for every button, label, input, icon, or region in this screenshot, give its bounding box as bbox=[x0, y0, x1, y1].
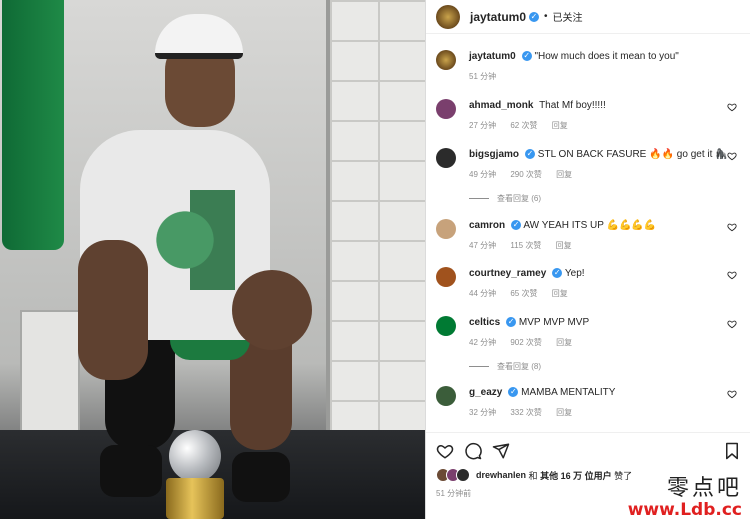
view-replies-button[interactable]: 查看回复 (8) bbox=[469, 361, 541, 372]
commenter-avatar[interactable] bbox=[436, 316, 456, 336]
post-action-bar bbox=[426, 432, 750, 468]
shoe-left bbox=[100, 445, 162, 497]
shoe-right bbox=[232, 452, 290, 502]
commenter-username[interactable]: bigsgjamo bbox=[469, 149, 519, 160]
comment-item: ahmad_monk That Mf boy!!!!! 27 分钟 62 次赞 … bbox=[436, 99, 741, 131]
author-avatar[interactable] bbox=[436, 4, 460, 29]
view-replies-label: 查看回复 (6) bbox=[497, 194, 541, 203]
watermark-url: www.Ldb.cc bbox=[627, 500, 742, 519]
likes-others[interactable]: 其他 16 万 位用户 bbox=[540, 469, 612, 482]
commenter-avatar[interactable] bbox=[436, 386, 456, 406]
comment-text: Yep! bbox=[564, 268, 585, 279]
author-username[interactable]: jaytatum0 bbox=[470, 10, 526, 24]
comment-text: AW YEAH ITS UP 💪💪💪💪 bbox=[523, 220, 657, 231]
verified-badge-icon: ✓ bbox=[529, 11, 540, 22]
likes-and: 和 bbox=[528, 470, 538, 481]
verified-badge-icon: ✓ bbox=[508, 387, 519, 398]
caption-avatar[interactable] bbox=[436, 50, 456, 70]
comment-likes[interactable]: 62 次赞 bbox=[510, 121, 537, 130]
reply-button[interactable]: 回复 bbox=[552, 121, 568, 130]
watermark-chinese: 零点吧 bbox=[666, 476, 742, 501]
share-icon[interactable] bbox=[492, 442, 510, 460]
comment-text: STL ON BACK FASURE 🔥🔥 go get it 🦍 bbox=[537, 149, 728, 160]
comment-likes[interactable]: 332 次赞 bbox=[510, 408, 542, 417]
comment-item: celtics ✓ MVP MVP MVP 42 分钟 902 次赞 回复 bbox=[436, 316, 741, 348]
comment-pane: jaytatum0 ✓ • 已关注 jaytatum0 ✓ "How much d… bbox=[425, 0, 750, 519]
follow-status-button[interactable]: 已关注 bbox=[553, 9, 583, 24]
heart-icon[interactable] bbox=[727, 270, 737, 280]
verified-badge-icon: ✓ bbox=[552, 268, 563, 279]
comment-time: 32 分钟 bbox=[469, 408, 497, 417]
commenter-avatar[interactable] bbox=[436, 267, 456, 287]
reply-button[interactable]: 回复 bbox=[556, 338, 572, 347]
heart-icon[interactable] bbox=[727, 102, 737, 112]
commenter-username[interactable]: celtics bbox=[469, 317, 500, 328]
likes-suffix: 赞了 bbox=[614, 470, 633, 481]
verified-badge-icon: ✓ bbox=[511, 220, 522, 231]
player-arm-left bbox=[78, 240, 148, 380]
heart-icon[interactable] bbox=[727, 389, 737, 399]
comment-time: 49 分钟 bbox=[469, 170, 497, 179]
view-replies-label: 查看回复 (8) bbox=[497, 362, 541, 371]
reply-button[interactable]: 回复 bbox=[556, 170, 572, 179]
posted-time: 51 分钟前 bbox=[436, 489, 472, 498]
comment-item: bigsgjamo ✓ STL ON BACK FASURE 🔥🔥 go get … bbox=[436, 148, 741, 180]
commenter-avatar[interactable] bbox=[436, 219, 456, 239]
commenter-avatar[interactable] bbox=[436, 148, 456, 168]
reply-button[interactable]: 回复 bbox=[556, 408, 572, 417]
verified-badge-icon: ✓ bbox=[506, 317, 517, 328]
liker-avatars bbox=[436, 468, 470, 482]
heart-icon[interactable] bbox=[727, 319, 737, 329]
shirt-graphic bbox=[135, 190, 235, 290]
commenter-username[interactable]: g_eazy bbox=[469, 387, 502, 398]
verified-badge-icon: ✓ bbox=[521, 51, 532, 62]
comment-text: That Mf boy!!!!! bbox=[539, 100, 606, 111]
post-header: jaytatum0 ✓ • 已关注 bbox=[426, 0, 750, 34]
comment-time: 42 分钟 bbox=[469, 338, 497, 347]
commenter-avatar[interactable] bbox=[436, 99, 456, 119]
commenter-username[interactable]: ahmad_monk bbox=[469, 100, 533, 111]
caption-text: "How much does it mean to you" bbox=[534, 51, 679, 62]
comment-text: MAMBA MENTALITY bbox=[521, 387, 616, 398]
comment-item: courtney_ramey ✓ Yep! 44 分钟 65 次赞 回复 bbox=[436, 267, 741, 299]
comment-item: g_eazy ✓ MAMBA MENTALITY 32 分钟 332 次赞 回复 bbox=[436, 386, 741, 418]
reply-button[interactable]: 回复 bbox=[552, 289, 568, 298]
comment-likes[interactable]: 65 次赞 bbox=[510, 289, 537, 298]
comment-likes[interactable]: 115 次赞 bbox=[510, 241, 541, 250]
site-watermark: 零点吧 www.Ldb.cc bbox=[628, 470, 742, 519]
comment-icon[interactable] bbox=[464, 442, 482, 460]
separator-dot: • bbox=[544, 11, 548, 22]
comment-text: MVP MVP MVP bbox=[518, 317, 590, 328]
bookmark-icon[interactable] bbox=[723, 442, 741, 460]
verified-badge-icon: ✓ bbox=[525, 149, 536, 160]
commenter-username[interactable]: courtney_ramey bbox=[469, 268, 546, 279]
heart-icon[interactable] bbox=[436, 442, 454, 460]
caption-username[interactable]: jaytatum0 bbox=[469, 51, 516, 62]
heart-icon[interactable] bbox=[727, 151, 737, 161]
hanging-jersey bbox=[2, 0, 64, 250]
comment-time: 27 分钟 bbox=[469, 121, 497, 130]
reply-button[interactable]: 回复 bbox=[556, 241, 572, 250]
comment-likes[interactable]: 902 次赞 bbox=[510, 338, 542, 347]
trophy bbox=[162, 430, 228, 519]
post-photo[interactable] bbox=[0, 0, 425, 519]
view-replies-button[interactable]: 查看回复 (6) bbox=[469, 193, 541, 204]
comment-time: 44 分钟 bbox=[469, 289, 497, 298]
comment-item: camron ✓ AW YEAH ITS UP 💪💪💪💪 47 分钟 115 次赞… bbox=[436, 219, 741, 251]
liker-username[interactable]: drewhanlen bbox=[476, 470, 526, 480]
caption: jaytatum0 ✓ "How much does it mean to you… bbox=[436, 50, 741, 82]
commenter-username[interactable]: camron bbox=[469, 220, 505, 231]
comment-likes[interactable]: 290 次赞 bbox=[510, 170, 542, 179]
likes-summary[interactable]: drewhanlen 和 其他 16 万 位用户 赞了 bbox=[436, 468, 632, 482]
caption-time: 51 分钟 bbox=[469, 72, 497, 81]
heart-icon[interactable] bbox=[727, 222, 737, 232]
player-arm-right bbox=[232, 270, 312, 350]
comment-time: 47 分钟 bbox=[469, 241, 497, 250]
